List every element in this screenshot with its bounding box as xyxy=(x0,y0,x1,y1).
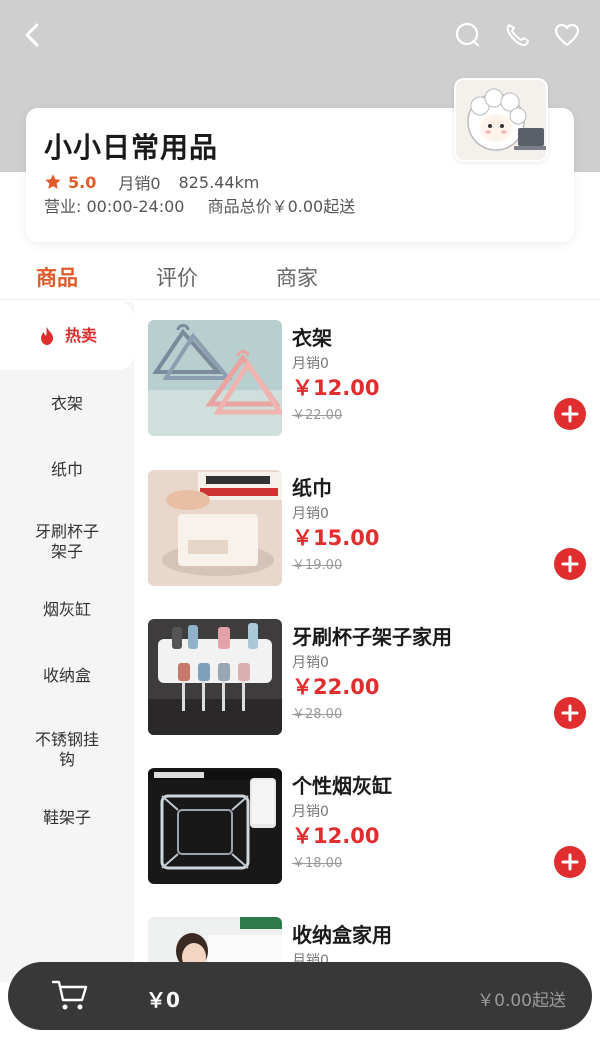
plus-icon xyxy=(561,704,579,722)
plus-icon xyxy=(561,405,579,423)
product-image xyxy=(148,619,282,735)
phone-icon[interactable] xyxy=(500,18,534,52)
shop-logo xyxy=(454,78,548,162)
sidebar-item-hangers[interactable]: 衣架 xyxy=(0,394,134,414)
product-sales: 月销0 xyxy=(292,506,329,522)
shop-min-order: 商品总价￥0.00起送 xyxy=(207,197,356,216)
heart-icon[interactable] xyxy=(550,18,584,52)
shop-meta-2: 营业: 00:00-24:00 商品总价￥0.00起送 xyxy=(44,193,373,217)
sidebar-item-toothbrush-rack[interactable]: 牙刷杯子架子 xyxy=(0,522,134,562)
category-sidebar: 热卖 衣架 纸巾 牙刷杯子架子 烟灰缸 收纳盒 不锈钢挂钩 鞋架子 xyxy=(0,302,134,982)
product-price: ￥12.00 xyxy=(292,376,380,400)
shop-meta: 5.0 月销0 825.44km xyxy=(44,170,259,194)
product-original-price: ￥19.00 xyxy=(292,558,343,573)
add-to-cart-button[interactable] xyxy=(554,697,586,729)
product-item[interactable]: 个性烟灰缸 月销0 ￥12.00 ￥18.00 xyxy=(148,768,588,888)
shop-name: 小小日常用品 xyxy=(44,131,219,164)
tab-goods[interactable]: 商品 xyxy=(36,262,78,292)
product-name: 衣架 xyxy=(292,326,332,350)
product-image xyxy=(148,320,282,436)
cart-min-order: ￥0.00起送 xyxy=(477,991,566,1011)
product-name: 个性烟灰缸 xyxy=(292,774,392,798)
add-to-cart-button[interactable] xyxy=(554,548,586,580)
product-original-price: ￥22.00 xyxy=(292,408,343,423)
fire-icon xyxy=(40,327,53,345)
product-image xyxy=(148,917,282,963)
shop-monthly-sales: 月销0 xyxy=(118,174,161,193)
chat-icon[interactable] xyxy=(450,18,484,52)
product-price: ￥15.00 xyxy=(292,526,380,550)
product-item[interactable]: 收纳盒家用 月销0 xyxy=(148,917,588,963)
product-original-price: ￥18.00 xyxy=(292,856,343,871)
back-icon[interactable] xyxy=(16,18,50,52)
shop-distance: 825.44km xyxy=(178,172,260,192)
product-price: ￥22.00 xyxy=(292,675,380,699)
sidebar-item-tissue[interactable]: 纸巾 xyxy=(0,460,134,480)
add-to-cart-button[interactable] xyxy=(554,398,586,430)
product-name: 牙刷杯子架子家用 xyxy=(292,625,452,649)
sidebar-item-storage-box[interactable]: 收纳盒 xyxy=(0,666,134,686)
product-image xyxy=(148,768,282,884)
product-sales: 月销0 xyxy=(292,655,329,671)
product-item[interactable]: 纸巾 月销0 ￥15.00 ￥19.00 xyxy=(148,470,588,590)
sidebar-item-ashtray[interactable]: 烟灰缸 xyxy=(0,600,134,620)
shop-rating: 5.0 xyxy=(68,172,97,192)
plus-icon xyxy=(561,853,579,871)
product-sales: 月销0 xyxy=(292,804,329,820)
star-icon xyxy=(45,174,61,189)
cart-total: ￥0 xyxy=(146,988,180,1012)
tab-reviews[interactable]: 评价 xyxy=(156,262,198,292)
plus-icon xyxy=(561,555,579,573)
cart-icon[interactable] xyxy=(50,978,90,1012)
product-image xyxy=(148,470,282,586)
product-item[interactable]: 牙刷杯子架子家用 月销0 ￥22.00 ￥28.00 xyxy=(148,619,588,739)
product-original-price: ￥28.00 xyxy=(292,707,343,722)
sidebar-item-label: 热卖 xyxy=(64,326,97,345)
sidebar-item-hot[interactable]: 热卖 xyxy=(0,302,134,370)
product-name: 纸巾 xyxy=(292,476,332,500)
product-name: 收纳盒家用 xyxy=(292,923,392,947)
tab-bar: 商品 评价 商家 xyxy=(0,252,600,300)
cart-bar[interactable]: ￥0 ￥0.00起送 xyxy=(8,962,592,1030)
product-price: ￥12.00 xyxy=(292,824,380,848)
product-sales: 月销0 xyxy=(292,356,329,372)
sidebar-item-steel-hooks[interactable]: 不锈钢挂钩 xyxy=(0,730,134,770)
shop-hours: 营业: 00:00-24:00 xyxy=(44,197,185,216)
tab-merchant[interactable]: 商家 xyxy=(276,262,318,292)
sidebar-item-shoe-rack[interactable]: 鞋架子 xyxy=(0,808,134,828)
product-item[interactable]: 衣架 月销0 ￥12.00 ￥22.00 xyxy=(148,320,588,440)
add-to-cart-button[interactable] xyxy=(554,846,586,878)
